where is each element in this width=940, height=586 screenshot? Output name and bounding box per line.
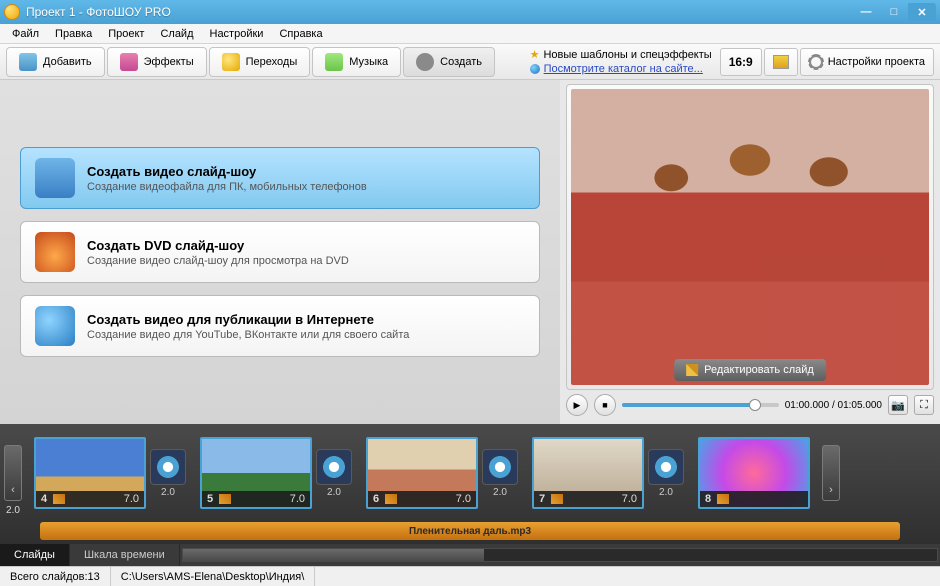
title-bar: Проект 1 - ФотоШОУ PRO — □ ✕: [0, 0, 940, 24]
star-icon: [222, 53, 240, 71]
transition-button[interactable]: 2.0: [646, 437, 686, 509]
timeline: ‹2.0 47.0 2.0 57.0 2.0 67.0 2.0 77.0 2.0…: [0, 424, 940, 566]
timeline-tab-slides[interactable]: Слайды: [0, 544, 70, 566]
playback-controls: ▶ ■ 01:00.000 / 01:05.000 📷 ⛶: [566, 390, 934, 420]
menu-edit[interactable]: Правка: [47, 26, 100, 42]
globe-icon: [35, 306, 75, 346]
app-icon: [4, 4, 20, 20]
status-slide-count: Всего слайдов: 13: [0, 567, 111, 586]
transition-icon: [482, 449, 518, 485]
edit-slide-button[interactable]: Редактировать слайд: [674, 359, 826, 381]
menu-file[interactable]: Файл: [4, 26, 47, 42]
transition-button[interactable]: 2.0: [314, 437, 354, 509]
pencil-icon[interactable]: [717, 494, 729, 504]
pencil-icon[interactable]: [385, 494, 397, 504]
pencil-icon[interactable]: [551, 494, 563, 504]
stop-button[interactable]: ■: [594, 394, 616, 416]
gear-icon: [809, 55, 823, 69]
tab-add[interactable]: Добавить: [6, 47, 105, 77]
fullscreen-button[interactable]: ⛶: [914, 395, 934, 415]
status-path: C:\Users\AMS-Elena\Desktop\Индия\: [111, 567, 316, 586]
window-title: Проект 1 - ФотоШОУ PRO: [26, 5, 852, 19]
maximize-button[interactable]: □: [880, 3, 908, 21]
pencil-icon[interactable]: [219, 494, 231, 504]
option-create-web[interactable]: Создать видео для публикации в Интернете…: [20, 295, 540, 357]
status-bar: Всего слайдов: 13 C:\Users\AMS-Elena\Des…: [0, 566, 940, 586]
timeline-next-button[interactable]: ›: [822, 445, 840, 501]
time-display: 01:00.000 / 01:05.000: [785, 400, 882, 411]
info-box: ★Новые шаблоны и спецэффекты Посмотрите …: [530, 48, 712, 75]
menu-project[interactable]: Проект: [100, 26, 152, 42]
tab-effects[interactable]: Эффекты: [107, 47, 207, 77]
add-icon: [19, 53, 37, 71]
transition-icon: [150, 449, 186, 485]
preview-image: [571, 89, 929, 385]
snapshot-button[interactable]: 📷: [888, 395, 908, 415]
progress-thumb[interactable]: [749, 399, 761, 411]
project-settings-button[interactable]: Настройки проекта: [800, 48, 934, 76]
timeline-prev-button[interactable]: ‹2.0: [4, 445, 22, 501]
music-icon: [325, 53, 343, 71]
create-icon: [416, 53, 434, 71]
tab-transitions[interactable]: Переходы: [209, 47, 311, 77]
play-button[interactable]: ▶: [566, 394, 588, 416]
transition-icon: [316, 449, 352, 485]
menu-slide[interactable]: Слайд: [152, 26, 201, 42]
option-create-dvd[interactable]: Создать DVD слайд-шоуСоздание видео слай…: [20, 221, 540, 283]
tab-create[interactable]: Создать: [403, 47, 495, 77]
transition-icon: [648, 449, 684, 485]
pencil-icon[interactable]: [53, 494, 65, 504]
timeline-track: ‹2.0 47.0 2.0 57.0 2.0 67.0 2.0 77.0 2.0…: [0, 424, 940, 522]
option-create-video[interactable]: Создать видео слайд-шоуСоздание видеофай…: [20, 147, 540, 209]
timeline-scrollbar[interactable]: [180, 544, 940, 566]
aspect-ratio-button[interactable]: 16:9: [720, 48, 762, 76]
video-icon: [35, 158, 75, 198]
dvd-icon: [35, 232, 75, 272]
info-catalog-link[interactable]: Посмотрите каталог на сайте...: [544, 63, 703, 75]
create-options-panel: Создать видео слайд-шоуСоздание видеофай…: [0, 80, 560, 424]
clip-6[interactable]: 67.0 2.0: [366, 437, 520, 509]
transition-button[interactable]: 2.0: [480, 437, 520, 509]
clip-5[interactable]: 57.0 2.0: [200, 437, 354, 509]
clip-8[interactable]: 8: [698, 437, 810, 509]
color-button[interactable]: [764, 48, 798, 76]
timeline-tab-timeline[interactable]: Шкала времени: [70, 544, 180, 566]
menu-settings[interactable]: Настройки: [202, 26, 272, 42]
main-toolbar: Добавить Эффекты Переходы Музыка Создать…: [0, 44, 940, 80]
menu-bar: Файл Правка Проект Слайд Настройки Справ…: [0, 24, 940, 44]
tab-music[interactable]: Музыка: [312, 47, 401, 77]
menu-help[interactable]: Справка: [271, 26, 330, 42]
info-templates: Новые шаблоны и спецэффекты: [543, 49, 711, 61]
clip-4[interactable]: 47.0 2.0: [34, 437, 188, 509]
star-icon: ★: [530, 48, 540, 61]
audio-track[interactable]: Пленительная даль.mp3: [40, 522, 900, 540]
preview-viewport: Редактировать слайд: [566, 84, 934, 390]
globe-icon: [530, 64, 540, 74]
clip-7[interactable]: 77.0 2.0: [532, 437, 686, 509]
effects-icon: [120, 53, 138, 71]
transition-button[interactable]: 2.0: [148, 437, 188, 509]
pencil-icon: [686, 364, 698, 376]
preview-panel: Редактировать слайд ▶ ■ 01:00.000 / 01:0…: [560, 80, 940, 424]
close-button[interactable]: ✕: [908, 3, 936, 21]
progress-slider[interactable]: [622, 403, 779, 407]
color-chip-icon: [773, 55, 789, 69]
minimize-button[interactable]: —: [852, 3, 880, 21]
